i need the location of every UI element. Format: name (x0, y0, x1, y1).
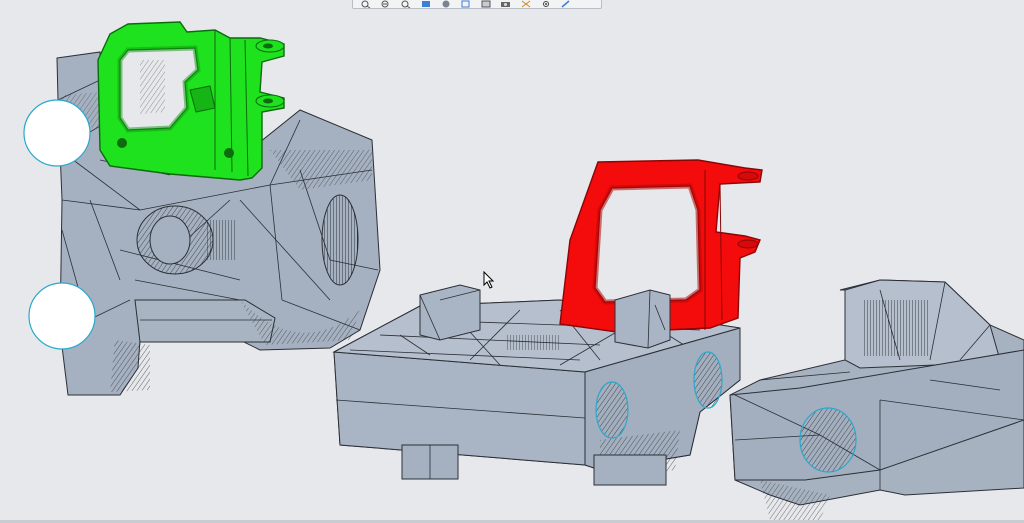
mouse-cursor-icon (483, 271, 495, 289)
middle-mesh-part[interactable] (332, 159, 763, 486)
green-selected-part[interactable] (97, 21, 285, 181)
cad-model-scene[interactable] (0, 0, 1024, 523)
right-mesh-part[interactable] (729, 279, 1024, 520)
graphics-viewport[interactable] (0, 0, 1024, 523)
